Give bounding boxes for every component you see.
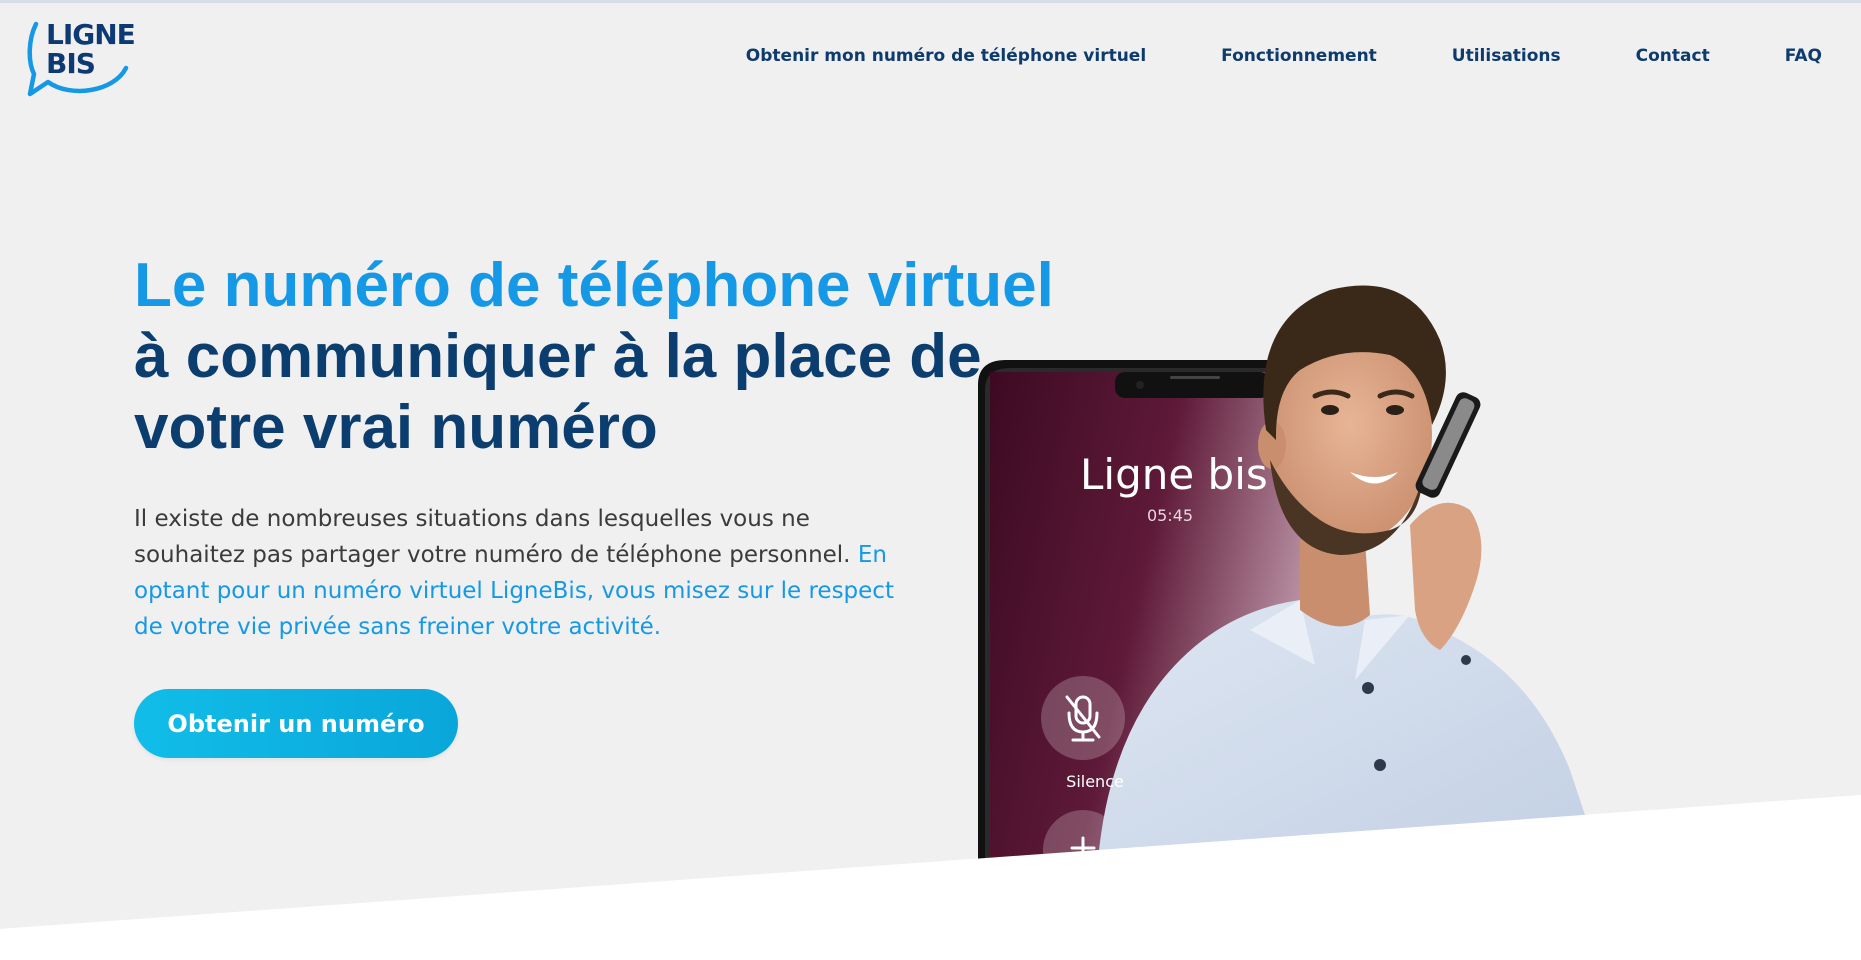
caller-name: Ligne bis [1080,450,1268,499]
logo-line-2: BIS [46,47,96,80]
logo-line-1: LIGNE [46,18,136,51]
call-timer: 05:45 [1146,506,1194,525]
hero-headline: Le numéro de téléphone virtuel à communi… [134,250,1054,463]
nav-link-how-it-works[interactable]: Fonctionnement [1221,46,1377,66]
page: LIGNE BIS Obtenir mon numéro de téléphon… [0,0,1861,960]
hero-illustration: Ligne bis 05:45 Silence [970,210,1690,860]
site-logo[interactable]: LIGNE BIS [26,18,150,102]
nav-link-get-number[interactable]: Obtenir mon numéro de téléphone virtuel [746,46,1146,66]
nav-link-faq[interactable]: FAQ [1785,46,1822,66]
phone-and-man-image [978,285,1600,860]
get-number-button[interactable]: Obtenir un numéro [134,689,458,758]
nav-link-uses[interactable]: Utilisations [1452,46,1561,66]
headline-accent: Le numéro de téléphone virtuel [134,251,1054,320]
top-border [0,0,1861,3]
intro-text: Il existe de nombreuses situations dans … [134,506,851,568]
headline-dark: à communiquer à la place de votre vrai n… [134,322,982,462]
hero-intro: Il existe de nombreuses situations dans … [134,501,914,645]
mute-label: Silence [1066,772,1124,791]
nav-link-contact[interactable]: Contact [1636,46,1710,66]
main-nav: Obtenir mon numéro de téléphone virtuel … [746,46,1822,66]
logo-wordmark: LIGNE BIS [46,18,136,80]
